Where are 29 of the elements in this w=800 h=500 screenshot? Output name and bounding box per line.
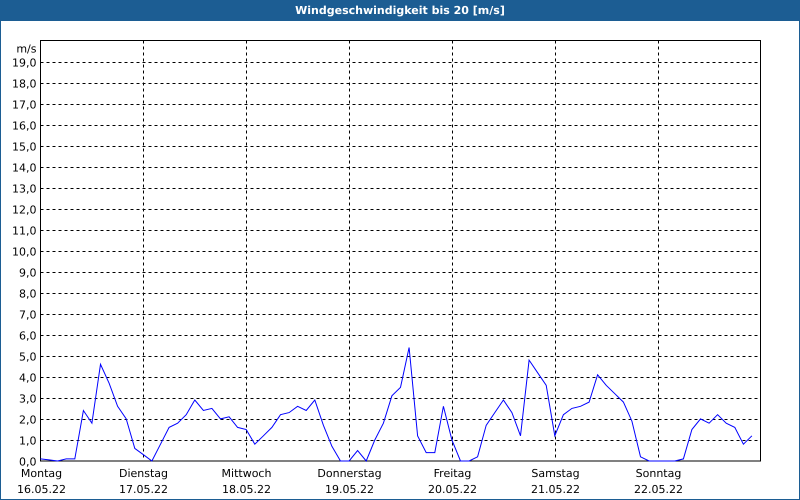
y-tick-label: 2,0 — [19, 414, 36, 426]
x-tick-label: Freitag 20.05.22 — [428, 467, 477, 496]
y-tick-label: 9,0 — [19, 266, 36, 280]
y-tick-label: 14,0 — [12, 162, 36, 174]
y-tick-label: 17,0 — [12, 98, 36, 112]
y-tick-label: 4,0 — [19, 372, 36, 384]
y-tick-label: 11,0 — [12, 224, 36, 238]
y-tick-label: 16,0 — [12, 120, 36, 132]
y-tick-label: 8,0 — [19, 288, 36, 300]
window-title: Windgeschwindigkeit bis 20 [m/s] — [295, 4, 505, 17]
y-tick-label: 19,0 — [12, 56, 36, 70]
y-tick-label: 6,0 — [19, 330, 36, 342]
y-tick-label: 7,0 — [19, 308, 36, 322]
y-tick-label: 10,0 — [12, 246, 36, 258]
y-tick-label: 15,0 — [12, 140, 36, 154]
y-tick-label: 5,0 — [19, 350, 36, 364]
x-tick-label: Montag 16.05.22 — [17, 467, 66, 496]
y-tick-label: 13,0 — [12, 182, 36, 196]
x-tick-label: Sonntag 22.05.22 — [634, 467, 683, 496]
x-tick-label: Mittwoch 18.05.22 — [222, 467, 272, 496]
x-tick-label: Samstag 21.05.22 — [531, 467, 580, 496]
y-tick-label: 3,0 — [19, 392, 36, 406]
unit-label: m/s — [16, 42, 36, 56]
y-tick-label: 0,0 — [19, 456, 36, 468]
y-tick-label: 18,0 — [12, 78, 36, 90]
y-tick-label: 1,0 — [19, 434, 36, 448]
x-tick-label: Donnerstag 19.05.22 — [317, 467, 382, 496]
y-tick-label: 12,0 — [12, 204, 36, 216]
x-tick-label: Dienstag 17.05.22 — [118, 467, 168, 496]
